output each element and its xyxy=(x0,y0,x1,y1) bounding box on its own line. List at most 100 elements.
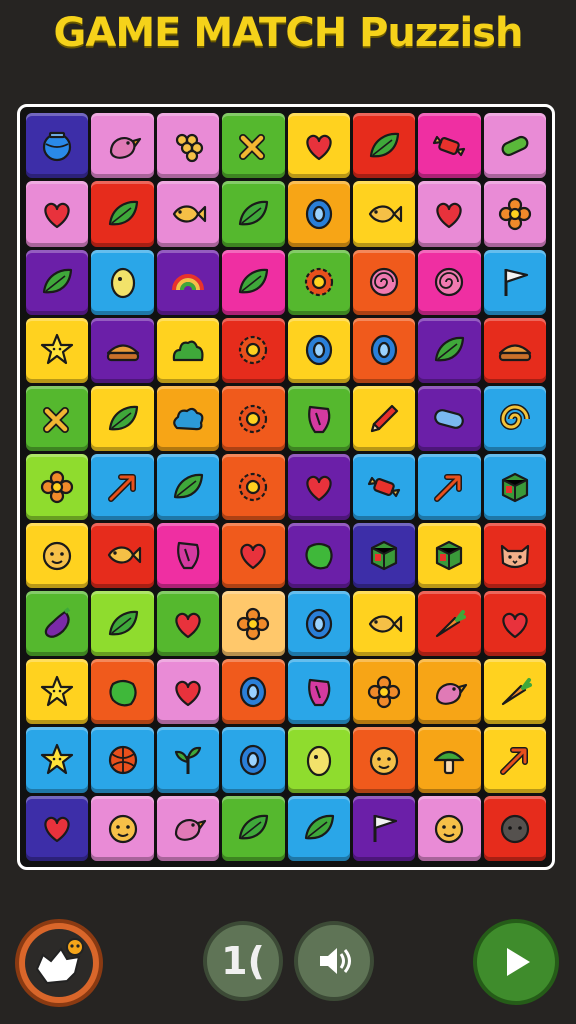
spiral-icon xyxy=(369,268,399,297)
tile-fish-bowl[interactable] xyxy=(26,113,89,179)
tile-bird[interactable] xyxy=(91,113,154,179)
tile-face[interactable] xyxy=(91,795,154,861)
tile-cross[interactable] xyxy=(222,113,285,179)
tile-egg[interactable] xyxy=(287,727,350,793)
tile-ball[interactable] xyxy=(91,727,154,793)
tile-carrot[interactable] xyxy=(418,590,481,657)
tile-pencil[interactable] xyxy=(352,386,416,452)
tile-candy[interactable] xyxy=(352,454,416,520)
tile-flower[interactable] xyxy=(222,590,285,657)
tile-leaf[interactable] xyxy=(91,590,154,657)
tile-leaf[interactable] xyxy=(26,249,89,315)
tile-heart[interactable] xyxy=(156,659,220,725)
tile-ring[interactable] xyxy=(287,181,350,247)
tile-cube[interactable] xyxy=(483,454,546,520)
tile-leaf[interactable] xyxy=(418,317,481,384)
spiral-icon xyxy=(435,268,464,297)
tile-bird[interactable] xyxy=(418,659,481,725)
tile-swirl[interactable] xyxy=(483,386,546,452)
tile-leaf[interactable] xyxy=(91,386,154,452)
tile-fish[interactable] xyxy=(352,181,416,247)
sound-button[interactable] xyxy=(294,921,374,1001)
tile-heart[interactable] xyxy=(26,181,89,247)
tile-flag[interactable] xyxy=(352,795,416,861)
tile-fish[interactable] xyxy=(91,522,154,588)
tile-rock[interactable] xyxy=(483,795,546,861)
tile-arrow[interactable] xyxy=(483,727,546,793)
tile-bird[interactable] xyxy=(156,795,220,861)
tile-cloud[interactable] xyxy=(156,386,220,452)
play-button[interactable] xyxy=(473,919,559,1005)
tile-face[interactable] xyxy=(26,522,89,588)
tile-candy[interactable] xyxy=(418,113,481,179)
tile-heart[interactable] xyxy=(287,113,350,179)
tile-pie[interactable] xyxy=(483,317,546,384)
tile-face[interactable] xyxy=(352,727,416,793)
tile-cube[interactable] xyxy=(418,522,481,588)
tile-shell[interactable] xyxy=(156,522,220,588)
tile-arrow[interactable] xyxy=(91,454,154,520)
tile-arrow[interactable] xyxy=(418,454,481,520)
tile-gear[interactable] xyxy=(222,454,285,520)
tile-leaf[interactable] xyxy=(287,795,350,861)
tile-heart[interactable] xyxy=(418,181,481,247)
tile-capsule[interactable] xyxy=(418,386,481,452)
tile-shell[interactable] xyxy=(287,659,350,725)
cross-icon xyxy=(239,133,266,160)
tile-cat[interactable] xyxy=(483,522,546,588)
tile-sprout[interactable] xyxy=(156,727,220,793)
tile-pie[interactable] xyxy=(91,317,154,384)
gear-icon xyxy=(239,336,268,365)
tile-heart[interactable] xyxy=(287,454,350,520)
tile-spiral[interactable] xyxy=(418,249,481,315)
tile-ring[interactable] xyxy=(222,659,285,725)
character-button[interactable] xyxy=(15,919,103,1007)
leaf-icon xyxy=(108,610,138,635)
tile-leaf[interactable] xyxy=(222,249,285,315)
tile-pickle[interactable] xyxy=(483,113,546,179)
tile-ring[interactable] xyxy=(287,317,350,384)
sound-icon xyxy=(320,948,351,974)
tile-heart[interactable] xyxy=(156,590,220,657)
tile-cube[interactable] xyxy=(352,522,416,588)
tile-bush[interactable] xyxy=(156,317,220,384)
tile-ring[interactable] xyxy=(222,727,285,793)
tile-carrot[interactable] xyxy=(483,659,546,725)
tile-leaf[interactable] xyxy=(352,113,416,179)
tile-heart[interactable] xyxy=(222,522,285,588)
tile-fish[interactable] xyxy=(352,590,416,657)
tile-flower[interactable] xyxy=(483,181,546,247)
tile-flower[interactable] xyxy=(26,454,89,520)
tile-star[interactable] xyxy=(26,317,89,384)
tile-rainbow[interactable] xyxy=(156,249,220,315)
tile-grapes[interactable] xyxy=(156,113,220,179)
tile-leaf[interactable] xyxy=(156,454,220,520)
tile-flag[interactable] xyxy=(483,249,546,315)
tile-gear[interactable] xyxy=(222,386,285,452)
tile-ring[interactable] xyxy=(352,317,416,384)
tile-egg[interactable] xyxy=(91,249,154,315)
tile-leaf[interactable] xyxy=(222,795,285,861)
tile-flower[interactable] xyxy=(352,659,416,725)
tile-heart[interactable] xyxy=(26,795,89,861)
tile-leaf[interactable] xyxy=(222,181,285,247)
tile-eggplant[interactable] xyxy=(26,590,89,657)
tile-leaf[interactable] xyxy=(91,181,154,247)
tile-heart[interactable] xyxy=(483,590,546,657)
tile-mushroom[interactable] xyxy=(418,727,481,793)
tile-gear[interactable] xyxy=(287,249,350,315)
tile-blob[interactable] xyxy=(287,522,350,588)
tile-fish[interactable] xyxy=(156,181,220,247)
tile-shell[interactable] xyxy=(287,386,350,452)
tile-spiral[interactable] xyxy=(352,249,416,315)
tile-blob[interactable] xyxy=(91,659,154,725)
flag-icon xyxy=(504,269,528,297)
tile-star[interactable] xyxy=(26,727,89,793)
tile-gear[interactable] xyxy=(222,317,285,384)
tile-cross[interactable] xyxy=(26,386,89,452)
tile-star[interactable] xyxy=(26,659,89,725)
counter-button[interactable]: 1( xyxy=(203,921,283,1001)
tile-ring[interactable] xyxy=(287,590,350,657)
tile-face[interactable] xyxy=(418,795,481,861)
heart-icon xyxy=(44,202,70,228)
